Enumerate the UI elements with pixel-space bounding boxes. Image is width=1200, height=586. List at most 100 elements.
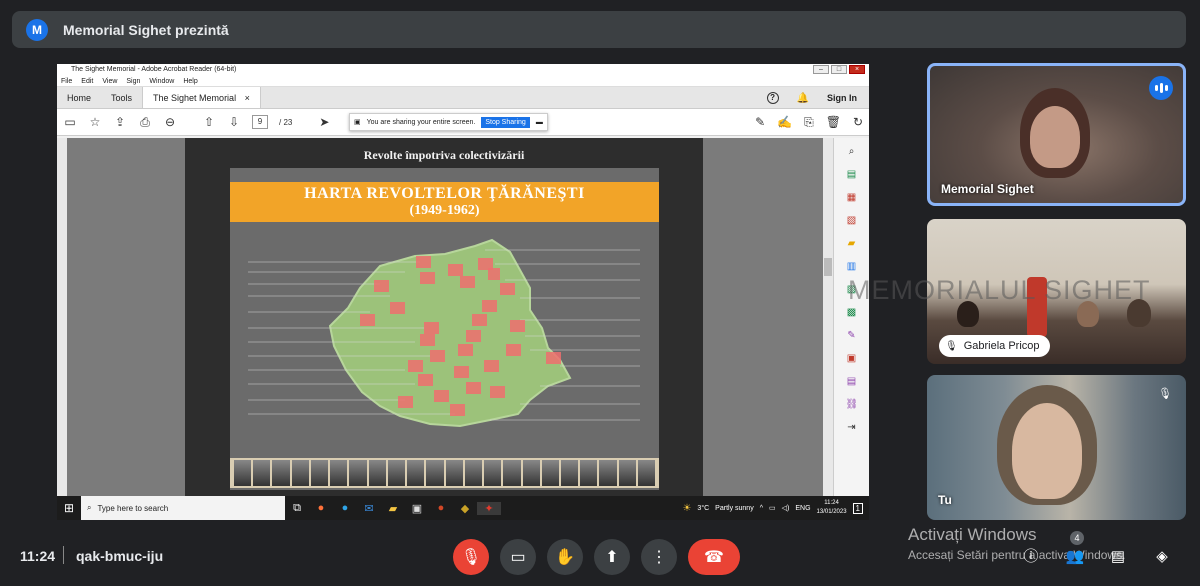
organize-icon[interactable]: ▦: [846, 192, 858, 204]
bookmark-star-icon[interactable]: ☆: [88, 115, 102, 129]
participant-name: Memorial Sighet: [941, 182, 1034, 196]
portrait: [387, 460, 406, 486]
people-count-badge: 4: [1070, 531, 1084, 545]
link-icon[interactable]: ⛓: [846, 399, 859, 411]
weather-temp: 3°C: [697, 504, 710, 512]
language-indicator[interactable]: ENG: [795, 505, 810, 512]
powerpoint-icon[interactable]: ●: [429, 502, 453, 514]
menu-file[interactable]: File: [61, 76, 72, 86]
weather-text: Partly sunny: [715, 504, 754, 512]
comment-icon[interactable]: ▰: [846, 238, 858, 250]
tab-document[interactable]: The Sighet Memorial ×: [142, 87, 261, 108]
network-icon[interactable]: ▭: [769, 504, 776, 512]
more-options-button[interactable]: ⋮: [641, 539, 677, 575]
camera-toggle-button[interactable]: ▭: [500, 539, 536, 575]
page-number-input[interactable]: 9: [252, 115, 268, 129]
trash-icon[interactable]: 🗑: [826, 115, 841, 130]
hide-banner-icon[interactable]: ▬: [536, 119, 543, 126]
upload-icon[interactable]: ⇪: [113, 115, 127, 129]
stop-sharing-button[interactable]: Stop Sharing: [481, 116, 530, 128]
weather-icon: ☀: [682, 502, 692, 514]
left-pane-collapse[interactable]: [57, 138, 67, 496]
search-icon[interactable]: ⌕: [846, 146, 858, 158]
microphone-toggle-button[interactable]: 🎙: [453, 539, 489, 575]
portrait: [426, 460, 444, 486]
slide-header: HARTA REVOLTELOR ŢĂRĂNEŞTI (1949-1962): [230, 182, 659, 222]
tab-close-icon[interactable]: ×: [245, 93, 250, 103]
acrobat-toolbar: ▭ ☆ ⇪ ⎙ ⊖ ⇧ ⇩ 9 / 23 ➤ ▣ You are sharing…: [57, 109, 869, 136]
portrait: [272, 460, 290, 486]
rotate-icon[interactable]: ↻: [853, 115, 863, 130]
notification-count[interactable]: 1: [852, 502, 863, 514]
pen-icon[interactable]: ✎: [755, 115, 765, 130]
raise-hand-button[interactable]: ✋: [547, 539, 583, 575]
participant-tile-self[interactable]: 🎙 Tu: [927, 375, 1186, 520]
combine-icon[interactable]: ▥: [846, 261, 858, 273]
maximize-button[interactable]: □: [831, 65, 847, 74]
tray-chevron-icon[interactable]: ^: [760, 505, 763, 512]
chat-button[interactable]: ▤: [1106, 545, 1130, 569]
windows-start-icon[interactable]: ⊞: [57, 501, 81, 515]
firefox-icon[interactable]: ●: [309, 502, 333, 514]
page-up-icon[interactable]: ⇧: [202, 115, 216, 129]
tab-home[interactable]: Home: [57, 87, 101, 108]
clock-date: 13/01/2023: [816, 509, 847, 515]
fill-sign-icon[interactable]: ✎: [846, 330, 858, 342]
menu-window[interactable]: Window: [149, 76, 174, 86]
print-icon[interactable]: ⎙: [138, 115, 152, 130]
minimize-button[interactable]: –: [813, 65, 829, 74]
export-pdf-icon[interactable]: ▤: [846, 169, 858, 181]
menu-view[interactable]: View: [102, 76, 117, 86]
file-explorer-icon[interactable]: ▰: [381, 502, 405, 515]
menu-sign[interactable]: Sign: [126, 76, 140, 86]
vertical-scrollbar[interactable]: [823, 138, 833, 496]
create-pdf-icon[interactable]: ▧: [846, 215, 858, 227]
taskbar-clock[interactable]: 11:24 13/01/2023: [817, 499, 847, 517]
present-icon: ⬆: [605, 549, 619, 566]
present-screen-button[interactable]: ⬆: [594, 539, 630, 575]
portrait: [560, 460, 579, 486]
scroll-thumb[interactable]: [824, 258, 832, 276]
bell-icon[interactable]: 🔔: [797, 93, 809, 104]
stamp-icon[interactable]: ⎘: [804, 115, 814, 130]
menu-help[interactable]: Help: [183, 76, 197, 86]
stamp-tool-icon[interactable]: ▤: [846, 376, 858, 388]
edge-icon[interactable]: ●: [333, 502, 357, 514]
close-window-button[interactable]: ×: [849, 65, 865, 74]
task-view-icon[interactable]: ⧉: [285, 502, 309, 515]
more-tools-icon[interactable]: ⇥: [846, 422, 858, 434]
people-button[interactable]: 👥: [1063, 545, 1087, 569]
activities-button[interactable]: ◈: [1150, 545, 1174, 569]
menu-edit[interactable]: Edit: [81, 76, 93, 86]
tab-tools[interactable]: Tools: [101, 87, 142, 108]
cursor-select-icon[interactable]: ➤: [317, 115, 331, 129]
store-icon[interactable]: ▣: [405, 502, 429, 515]
participant-tile-memorial[interactable]: Memorial Sighet: [927, 63, 1186, 206]
activate-windows-subtitle: Accesați Setări pentru a activa Windows.: [908, 548, 1126, 562]
zoom-out-icon[interactable]: ⊖: [163, 115, 177, 129]
save-icon[interactable]: ▭: [63, 115, 77, 129]
portrait: [541, 460, 559, 486]
protect-icon[interactable]: ▣: [846, 353, 858, 365]
mic-off-icon: 🎙: [945, 340, 958, 352]
page-down-icon[interactable]: ⇩: [227, 115, 241, 129]
meeting-info-button[interactable]: ⓘ: [1019, 545, 1043, 569]
taskbar-search-placeholder: Type here to search: [97, 503, 169, 513]
leave-call-button[interactable]: ☎: [688, 539, 740, 575]
acrobat-menu-bar: File Edit View Sign Window Help: [57, 76, 869, 87]
people-icon: 👥: [1065, 548, 1085, 565]
participant-name-chip: 🎙 Gabriela Pricop: [939, 335, 1050, 357]
app-icon[interactable]: ◆: [453, 502, 477, 515]
portrait: [618, 460, 636, 486]
participant-video: [1012, 403, 1082, 499]
acrobat-title-bar: The Sighet Memorial - Adobe Acrobat Read…: [57, 64, 869, 76]
mail-icon[interactable]: ✉: [357, 502, 381, 515]
volume-icon[interactable]: ◁): [782, 504, 790, 512]
taskbar-search-input[interactable]: ⌕ Type here to search: [81, 496, 285, 520]
sign-icon[interactable]: ✍: [777, 115, 792, 130]
acrobat-taskbar-icon[interactable]: ✦: [477, 501, 501, 515]
sign-in-button[interactable]: Sign In: [827, 93, 857, 103]
activate-windows-watermark: Activați Windows Accesați Setări pentru …: [908, 525, 1125, 562]
compress-icon[interactable]: ▩: [846, 307, 858, 319]
help-icon[interactable]: ?: [766, 92, 779, 104]
